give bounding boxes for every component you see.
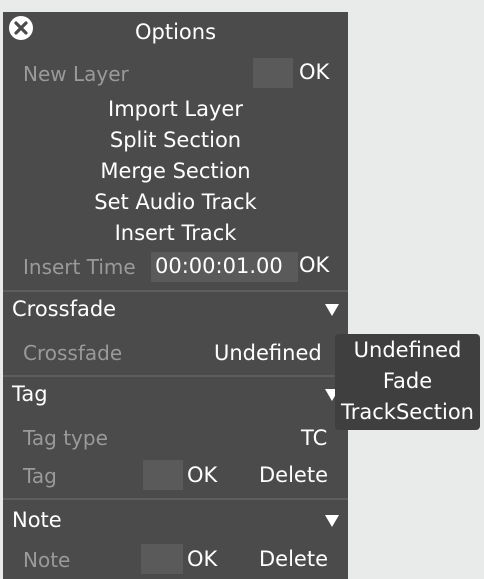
crossfade-label: Crossfade	[23, 341, 123, 365]
dropdown-option-fade[interactable]: Fade	[335, 369, 480, 393]
tag-delete-button[interactable]: Delete	[259, 463, 328, 487]
panel-title: Options	[134, 20, 217, 44]
split-section-button[interactable]: Split Section	[3, 128, 348, 152]
dropdown-option-undefined[interactable]: Undefined	[335, 338, 480, 362]
note-delete-button[interactable]: Delete	[259, 547, 328, 571]
note-label: Note	[23, 548, 71, 572]
options-panel: Options New Layer OK Import Layer Split …	[3, 12, 348, 579]
divider	[3, 290, 348, 292]
tag-section-header[interactable]: Tag	[12, 382, 48, 406]
crossfade-collapse-icon[interactable]	[325, 304, 339, 316]
new-layer-label: New Layer	[23, 62, 129, 86]
insert-time-label: Insert Time	[23, 255, 136, 279]
import-layer-button[interactable]: Import Layer	[3, 97, 348, 121]
insert-track-button[interactable]: Insert Track	[3, 221, 348, 245]
divider	[3, 375, 348, 377]
divider	[3, 498, 348, 500]
note-input[interactable]	[141, 544, 183, 574]
crossfade-section-header[interactable]: Crossfade	[12, 297, 116, 321]
note-collapse-icon[interactable]	[325, 515, 339, 527]
dropdown-option-tracksection[interactable]: TrackSection	[335, 400, 480, 424]
set-audio-track-button[interactable]: Set Audio Track	[3, 190, 348, 214]
merge-section-button[interactable]: Merge Section	[3, 159, 348, 183]
tag-type-label: Tag type	[23, 426, 108, 450]
insert-time-ok-button[interactable]: OK	[299, 253, 329, 277]
new-layer-ok-button[interactable]: OK	[299, 60, 329, 84]
new-layer-input[interactable]	[253, 58, 293, 88]
tag-label: Tag	[23, 464, 57, 488]
crossfade-select[interactable]: Undefined	[214, 341, 322, 365]
tag-input[interactable]	[143, 460, 183, 490]
tag-ok-button[interactable]: OK	[187, 463, 217, 487]
note-section-header[interactable]: Note	[12, 508, 62, 532]
crossfade-dropdown: Undefined Fade TrackSection	[335, 334, 480, 430]
note-ok-button[interactable]: OK	[187, 547, 217, 571]
tag-type-value[interactable]: TC	[301, 426, 327, 450]
insert-time-input[interactable]: 00:00:01.00	[151, 252, 298, 282]
